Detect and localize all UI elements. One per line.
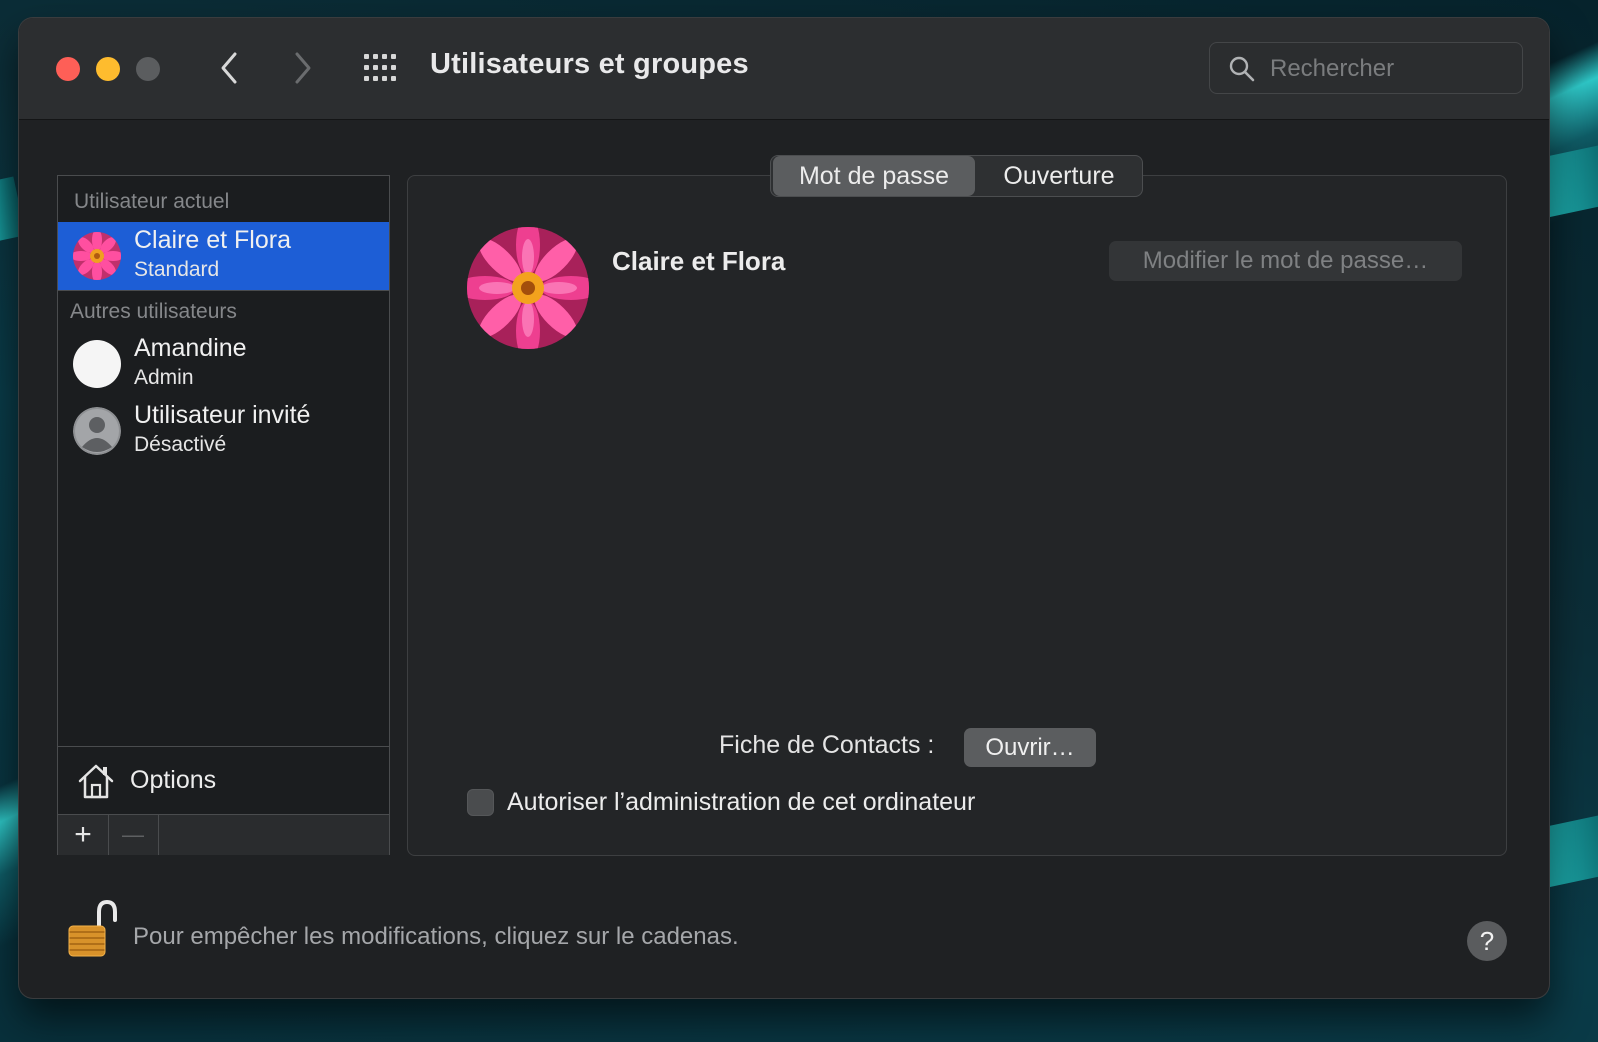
add-user-button[interactable]: + <box>58 815 109 855</box>
user-picture[interactable] <box>467 227 589 349</box>
forward-button[interactable] <box>285 48 321 88</box>
user-name: Utilisateur invité <box>134 401 311 429</box>
contacts-card-label: Fiche de Contacts : <box>719 731 935 759</box>
preferences-window: Utilisateurs et groupes Utilisateur actu… <box>19 18 1549 998</box>
chevron-left-icon <box>221 52 237 84</box>
list-button-bar: + — <box>58 814 389 855</box>
house-icon <box>78 764 114 799</box>
options-label: Options <box>130 766 217 794</box>
user-name: Claire et Flora <box>134 226 291 254</box>
plus-icon: + <box>74 818 92 851</box>
open-contacts-button[interactable]: Ouvrir… <box>964 728 1096 767</box>
tab-login-items[interactable]: Ouverture <box>977 156 1141 196</box>
lock-open-icon[interactable] <box>63 898 119 958</box>
search-icon <box>1229 56 1255 82</box>
current-user-section-label: Utilisateur actuel <box>74 190 230 213</box>
minus-icon: — <box>122 822 144 847</box>
user-list: Utilisateur actuel Claire et Flora Stand… <box>57 175 390 855</box>
lock-hint-text: Pour empêcher les modifications, cliquez… <box>133 923 739 950</box>
remove-user-button[interactable]: — <box>108 815 159 855</box>
other-users-section-label: Autres utilisateurs <box>70 300 237 323</box>
help-button[interactable]: ? <box>1467 921 1507 961</box>
search-input[interactable] <box>1268 51 1512 87</box>
login-options-item[interactable]: Options <box>58 746 389 814</box>
guest-user-icon <box>73 407 121 455</box>
user-role: Désactivé <box>134 433 227 456</box>
change-password-button[interactable]: Modifier le mot de passe… <box>1109 241 1462 281</box>
user-role: Standard <box>134 258 220 281</box>
user-role: Admin <box>134 366 194 389</box>
divider <box>58 290 389 291</box>
zoom-button[interactable] <box>136 57 160 81</box>
chevron-right-icon <box>295 52 311 84</box>
window-title: Utilisateurs et groupes <box>430 48 749 80</box>
show-all-button[interactable] <box>362 52 402 84</box>
allow-admin-checkbox[interactable] <box>467 789 494 816</box>
back-button[interactable] <box>211 48 247 88</box>
user-row-amandine[interactable]: Amandine Admin <box>58 330 389 398</box>
user-name: Amandine <box>134 334 247 362</box>
tab-password[interactable]: Mot de passe <box>773 156 975 196</box>
user-row-claire-et-flora[interactable]: Claire et Flora Standard <box>58 222 389 290</box>
allow-admin-label[interactable]: Autoriser l’administration de cet ordina… <box>507 788 975 817</box>
blank-avatar <box>73 340 121 388</box>
user-row-guest[interactable]: Utilisateur invité Désactivé <box>58 397 389 465</box>
tab-control: Mot de passe Ouverture <box>770 155 1143 197</box>
flower-avatar <box>73 232 121 280</box>
close-button[interactable] <box>56 57 80 81</box>
grid-icon <box>364 54 396 81</box>
search-field[interactable] <box>1209 42 1523 94</box>
profile-user-name: Claire et Flora <box>612 246 786 276</box>
minimize-button[interactable] <box>96 57 120 81</box>
title-bar: Utilisateurs et groupes <box>19 18 1549 120</box>
